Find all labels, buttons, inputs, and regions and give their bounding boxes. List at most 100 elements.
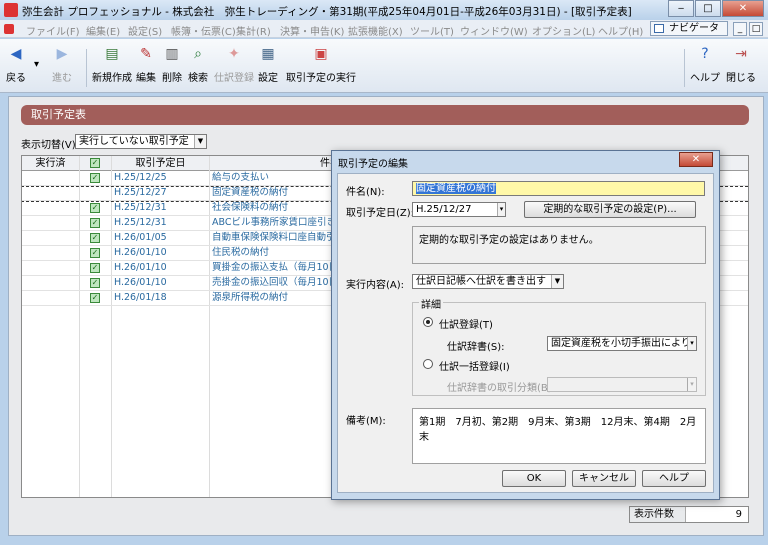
execute-button[interactable]: ▣ 取引予定の実行 bbox=[286, 45, 356, 84]
search-label: 検索 bbox=[188, 73, 208, 84]
count-value: 9 bbox=[735, 509, 742, 520]
row-date: H.26/01/18 bbox=[114, 292, 167, 303]
close-window-button[interactable]: ✕ bbox=[722, 0, 764, 17]
count-label: 表示件数 bbox=[630, 507, 686, 522]
new-doc-icon: ▤ bbox=[105, 46, 119, 62]
help-icon: ? bbox=[701, 46, 709, 62]
dict-value: 固定資産税を小切手振出により納付 bbox=[551, 338, 697, 349]
date-picker[interactable]: H.25/12/27 ▾ bbox=[412, 202, 506, 217]
menu-books[interactable]: 帳簿・伝票(C) bbox=[171, 23, 236, 38]
batch-dropdown-icon: ▾ bbox=[687, 378, 696, 391]
help-label: ヘルプ bbox=[690, 73, 720, 84]
dialog-close-button[interactable]: ✕ bbox=[679, 152, 713, 167]
maximize-button[interactable]: □ bbox=[695, 0, 721, 17]
new-button[interactable]: ▤ 新規作成 bbox=[92, 45, 132, 84]
row-check-icon[interactable]: ✓ bbox=[90, 248, 100, 258]
view-switch-value: 実行していない取引予定 bbox=[79, 136, 189, 147]
row-name: 自動車保険保険料口座自動引 bbox=[212, 232, 336, 243]
menu-file[interactable]: ファイル(F) bbox=[26, 23, 80, 38]
memo-field[interactable]: 第1期 7月初、第2期 9月末、第3期 12月末、第4期 2月末 bbox=[412, 408, 706, 464]
title-bar: 弥生会計 プロフェッショナル - 株式会社 弥生トレーディング・第31期(平成2… bbox=[0, 0, 768, 20]
back-dropdown[interactable]: ▾ bbox=[34, 59, 39, 70]
menu-options[interactable]: オプション(L) bbox=[532, 23, 595, 38]
mdi-minimize-button[interactable]: _ bbox=[733, 22, 747, 36]
menu-extensions[interactable]: 拡張機能(X) bbox=[348, 23, 403, 38]
toolbar: ◀ 戻る ▾ ▶ 進む ▤ 新規作成 ✎ 編集 ▥ 削除 ⌕ 検索 ✦ 仕訳登録 ▦ 設定 ▣ 取… bbox=[0, 39, 768, 93]
row-check-icon[interactable]: ✓ bbox=[90, 218, 100, 228]
row-name: 社会保険料の納付 bbox=[212, 202, 289, 213]
chevron-down-icon: ▼ bbox=[194, 135, 206, 148]
col-executed[interactable]: 実行済 bbox=[22, 156, 80, 171]
row-check-icon[interactable]: ✓ bbox=[90, 293, 100, 303]
menu-window[interactable]: ウィンドウ(W) bbox=[460, 23, 528, 38]
menu-edit[interactable]: 編集(E) bbox=[86, 23, 120, 38]
dialog-help-button[interactable]: ヘルプ bbox=[642, 470, 706, 487]
edit-label: 編集 bbox=[136, 73, 156, 84]
col-check[interactable]: ✓ bbox=[80, 156, 112, 171]
navigator-button[interactable]: ナビゲータ bbox=[650, 21, 728, 36]
settings-button[interactable]: ▦ 設定 bbox=[258, 45, 278, 84]
row-date: H.26/01/05 bbox=[114, 232, 167, 243]
search-icon: ⌕ bbox=[194, 46, 202, 62]
mdi-restore-button[interactable]: □ bbox=[749, 22, 763, 36]
help-button[interactable]: ? ヘルプ bbox=[690, 45, 720, 84]
menu-help[interactable]: ヘルプ(H) bbox=[598, 23, 643, 38]
batch-category-label: 仕訳辞書の取引分類(B): bbox=[447, 383, 556, 394]
register-button[interactable]: ✦ 仕訳登録 bbox=[214, 45, 254, 84]
close-button[interactable]: ⇥ 閉じる bbox=[726, 45, 756, 84]
execute-label: 取引予定の実行 bbox=[286, 73, 356, 84]
batch-register-label[interactable]: 仕訳一括登録(I) bbox=[439, 358, 510, 373]
view-switch-label: 表示切替(V): bbox=[21, 140, 80, 151]
row-name: 源泉所得税の納付 bbox=[212, 292, 289, 303]
subject-label: 件名(N): bbox=[346, 187, 385, 198]
edit-schedule-dialog: 取引予定の編集 ✕ 件名(N): 固定資産税の納付 取引予定日(Z): H.25… bbox=[331, 150, 720, 500]
row-date: H.26/01/10 bbox=[114, 262, 167, 273]
row-check-icon[interactable]: ✓ bbox=[90, 203, 100, 213]
forward-button[interactable]: ▶ 進む bbox=[52, 45, 72, 84]
close-door-icon: ⇥ bbox=[735, 46, 747, 62]
edit-pencil-icon: ✎ bbox=[140, 46, 152, 62]
edit-button[interactable]: ✎ 編集 bbox=[136, 45, 156, 84]
delete-label: 削除 bbox=[162, 73, 182, 84]
trash-icon: ▥ bbox=[165, 46, 179, 62]
row-name: 給与の支払い bbox=[212, 172, 270, 183]
row-name: 買掛金の振込支払（毎月10日 bbox=[212, 262, 339, 273]
col-date[interactable]: 取引予定日 bbox=[112, 156, 210, 171]
single-register-label[interactable]: 仕訳登録(T) bbox=[439, 316, 493, 331]
action-select[interactable]: 仕訳日記帳へ仕訳を書き出す ▼ bbox=[412, 274, 564, 289]
settings-label: 設定 bbox=[258, 73, 278, 84]
row-name: ABCビル事務所家賃口座引き落 bbox=[212, 217, 342, 228]
menu-tools[interactable]: ツール(T) bbox=[410, 23, 454, 38]
search-button[interactable]: ⌕ 検索 bbox=[188, 45, 208, 84]
settings-icon: ▦ bbox=[261, 46, 275, 62]
date-value: H.25/12/27 bbox=[416, 204, 472, 215]
close-label: 閉じる bbox=[726, 73, 756, 84]
menu-settings[interactable]: 設定(S) bbox=[128, 23, 162, 38]
navigator-icon bbox=[654, 24, 664, 33]
row-check-icon[interactable]: ✓ bbox=[90, 173, 100, 183]
detail-group-title: 詳細 bbox=[419, 296, 443, 311]
row-check-icon[interactable]: ✓ bbox=[90, 278, 100, 288]
doc-icon bbox=[4, 24, 14, 34]
memo-label: 備考(M): bbox=[346, 416, 386, 427]
row-check-icon[interactable]: ✓ bbox=[90, 233, 100, 243]
back-button[interactable]: ◀ 戻る bbox=[6, 45, 26, 84]
batch-register-radio[interactable] bbox=[423, 359, 433, 369]
single-register-radio[interactable] bbox=[423, 317, 433, 327]
menu-summary[interactable]: 集計(R) bbox=[236, 23, 271, 38]
register-label: 仕訳登録 bbox=[214, 73, 254, 84]
cancel-button[interactable]: キャンセル bbox=[572, 470, 636, 487]
row-date: H.25/12/31 bbox=[114, 202, 167, 213]
delete-button[interactable]: ▥ 削除 bbox=[162, 45, 182, 84]
subject-input[interactable]: 固定資産税の納付 bbox=[412, 181, 705, 196]
date-label: 取引予定日(Z): bbox=[346, 208, 415, 219]
ok-button[interactable]: OK bbox=[502, 470, 566, 487]
subject-value: 固定資産税の納付 bbox=[416, 183, 496, 194]
minimize-button[interactable]: ‒ bbox=[668, 0, 694, 17]
back-label: 戻る bbox=[6, 73, 26, 84]
view-switch-select[interactable]: 実行していない取引予定 ▼ bbox=[75, 134, 207, 149]
dict-select[interactable]: 固定資産税を小切手振出により納付 ▾ bbox=[547, 336, 697, 351]
periodic-settings-button[interactable]: 定期的な取引予定の設定(P)... bbox=[524, 201, 696, 218]
menu-closing[interactable]: 決算・申告(K) bbox=[280, 23, 344, 38]
row-check-icon[interactable]: ✓ bbox=[90, 263, 100, 273]
